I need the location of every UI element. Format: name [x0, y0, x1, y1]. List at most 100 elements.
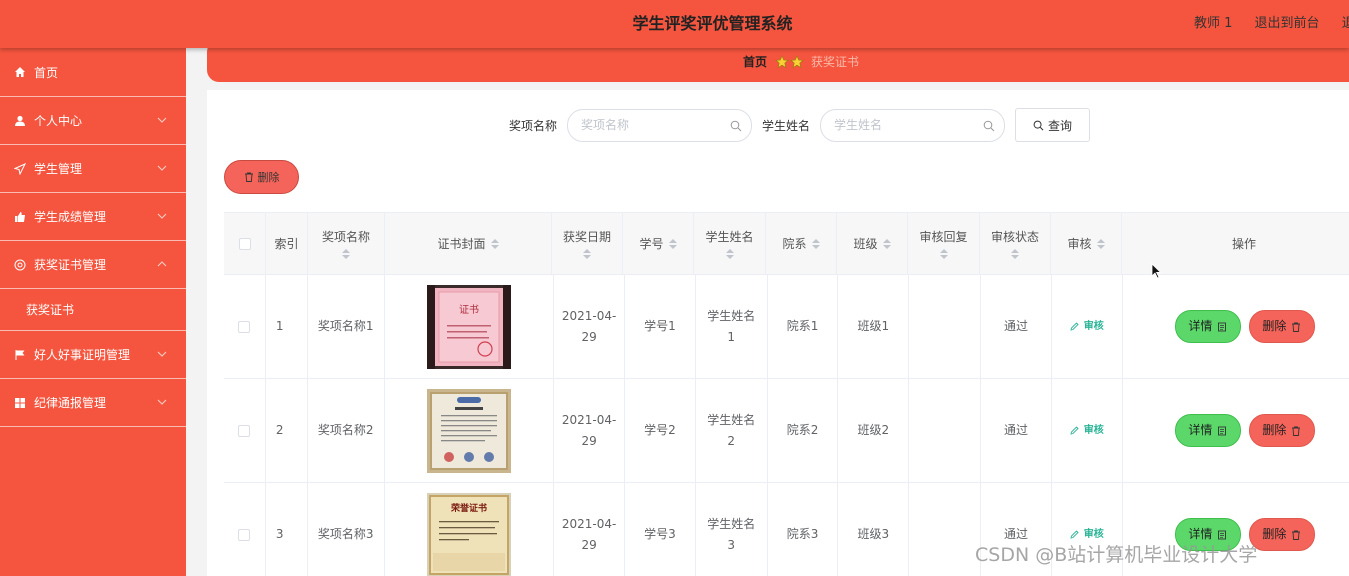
sidebar-item-label: 获奖证书管理 [34, 258, 107, 272]
column-header[interactable]: 奖项名称 [308, 213, 385, 274]
document-icon [1218, 426, 1227, 435]
audit-link[interactable]: 审核 [1070, 420, 1104, 441]
column-header[interactable]: 审核状态 [980, 213, 1051, 274]
name-text: 学生姓名 [707, 412, 756, 427]
select-all-checkbox[interactable] [238, 237, 251, 250]
sidebar-item-home[interactable]: 首页 [0, 48, 186, 97]
sort-icon[interactable] [725, 249, 734, 259]
row-checkbox[interactable] [238, 528, 251, 541]
audit-reply-cell [909, 483, 982, 576]
column-header-label: 审核 [1067, 237, 1092, 251]
column-header[interactable]: 学生姓名 [694, 213, 766, 274]
date-text: 29 [581, 329, 597, 344]
department-cell: 院系2 [768, 379, 839, 482]
department-cell: 院系1 [768, 275, 839, 378]
sort-icon[interactable] [583, 249, 591, 259]
header-select-all [224, 213, 266, 274]
delete-button[interactable]: 删除 [1248, 414, 1315, 447]
detail-button-label: 详情 [1188, 319, 1213, 333]
column-header[interactable]: 院系 [766, 213, 837, 274]
sidebar-item-student-management[interactable]: 学生管理 [0, 145, 186, 193]
award-name-field-wrapper [567, 108, 753, 142]
grid-icon [14, 397, 26, 409]
logout-link[interactable]: 退 [1342, 16, 1349, 31]
breadcrumb-current: 获奖证书 [811, 55, 860, 69]
sidebar: 首页 个人中心 学生管理 学生成绩管理 获奖证书管理 获奖证书 好人好事证明管理 [0, 48, 186, 576]
row-checkbox[interactable] [238, 424, 251, 437]
student-no-cell: 学号1 [625, 275, 696, 378]
date-text: 2021-04- [561, 516, 617, 531]
query-button-label: 查询 [1048, 118, 1073, 133]
sort-icon[interactable] [811, 238, 820, 249]
table-row: 2 奖项名称2 2021-04- 29 学号2 学生姓名 2 院系2 班级2 通… [224, 379, 1349, 483]
column-header[interactable]: 班级 [837, 213, 908, 274]
audit-link[interactable]: 审核 [1070, 316, 1104, 337]
column-header[interactable]: 学号 [623, 213, 694, 274]
column-header[interactable]: 审核 [1051, 213, 1122, 274]
student-name-input[interactable] [834, 118, 975, 132]
sidebar-item-label: 首页 [34, 65, 59, 80]
search-icon [730, 120, 742, 131]
search-icon [983, 120, 995, 131]
date-text: 2021-04- [561, 308, 617, 323]
breadcrumb-home[interactable]: 首页 [743, 53, 767, 70]
audit-cell: 审核 [1052, 275, 1123, 378]
chevron-down-icon [157, 213, 167, 219]
sort-icon[interactable] [668, 238, 677, 249]
name-text: 1 [727, 329, 736, 344]
document-icon [1218, 530, 1227, 539]
class-cell: 班级3 [838, 483, 910, 576]
date-text: 29 [581, 537, 597, 552]
sidebar-item-label: 个人中心 [34, 114, 83, 128]
column-header-label: 获奖日期 [562, 230, 611, 244]
sort-icon[interactable] [490, 238, 499, 249]
sort-icon[interactable] [342, 249, 350, 259]
chevron-down-icon [157, 351, 167, 357]
help-icon [14, 259, 26, 271]
sidebar-item-certificate-management[interactable]: 获奖证书管理 [0, 241, 186, 289]
department-cell: 院系3 [768, 483, 839, 576]
edit-icon [1070, 426, 1079, 435]
user-area: 教师 1 退出到前台 退 [1194, 0, 1349, 48]
certificate-cover-image[interactable]: 荣誉证书 [426, 492, 511, 576]
delete-button[interactable]: 删除 [1248, 518, 1315, 551]
sidebar-subitem-award-certificate[interactable]: 获奖证书 [0, 289, 186, 331]
audit-status-cell: 通过 [981, 379, 1052, 482]
award-name-input[interactable] [581, 118, 722, 132]
column-header[interactable]: 证书封面 [385, 213, 552, 274]
batch-delete-button[interactable]: 删除 [224, 160, 299, 194]
sort-icon[interactable] [939, 249, 948, 259]
top-header: 学生评奖评优管理系统 教师 1 退出到前台 退 [0, 0, 1349, 48]
delete-button[interactable]: 删除 [1248, 310, 1315, 343]
detail-button[interactable]: 详情 [1174, 310, 1241, 343]
name-text: 学生姓名 [707, 516, 756, 531]
user-name[interactable]: 教师 1 [1194, 16, 1232, 31]
sidebar-item-good-deeds-management[interactable]: 好人好事证明管理 [0, 331, 186, 379]
column-header: 索引 [266, 213, 308, 274]
column-header[interactable]: 获奖日期 [552, 213, 623, 274]
detail-button[interactable]: 详情 [1174, 414, 1241, 447]
exit-to-front-link[interactable]: 退出到前台 [1255, 16, 1320, 31]
sidebar-item-personal-center[interactable]: 个人中心 [0, 97, 186, 145]
delete-button-label: 删除 [1262, 527, 1287, 541]
sort-icon[interactable] [1096, 238, 1105, 249]
student-name-field-wrapper [820, 108, 1006, 142]
table-row: 1 奖项名称1 证书 2021-04- 29 学号1 学生姓名 1 院系1 班级… [224, 275, 1349, 379]
trash-icon [244, 172, 253, 182]
column-header-label: 审核回复 [919, 230, 968, 244]
sidebar-item-grade-management[interactable]: 学生成绩管理 [0, 193, 186, 241]
row-select-cell [224, 379, 266, 482]
sidebar-item-label: 学生成绩管理 [34, 210, 107, 224]
cover-cell: 荣誉证书 [385, 483, 555, 576]
sort-icon[interactable] [1011, 249, 1019, 259]
audit-reply-cell [909, 379, 982, 482]
sort-icon[interactable] [882, 238, 891, 249]
row-checkbox[interactable] [238, 320, 251, 333]
column-header[interactable]: 审核回复 [908, 213, 980, 274]
certificate-cover-image[interactable]: 证书 [426, 284, 511, 369]
sidebar-item-discipline-management[interactable]: 纪律通报管理 [0, 379, 186, 427]
certificate-cover-image[interactable] [426, 388, 511, 473]
edit-icon [1070, 322, 1079, 331]
table-header: 索引 奖项名称 证书封面 获奖日期 学号 学生姓名 院系 班级 审核回复 审核状… [224, 213, 1349, 275]
query-button[interactable]: 查询 [1015, 108, 1091, 142]
